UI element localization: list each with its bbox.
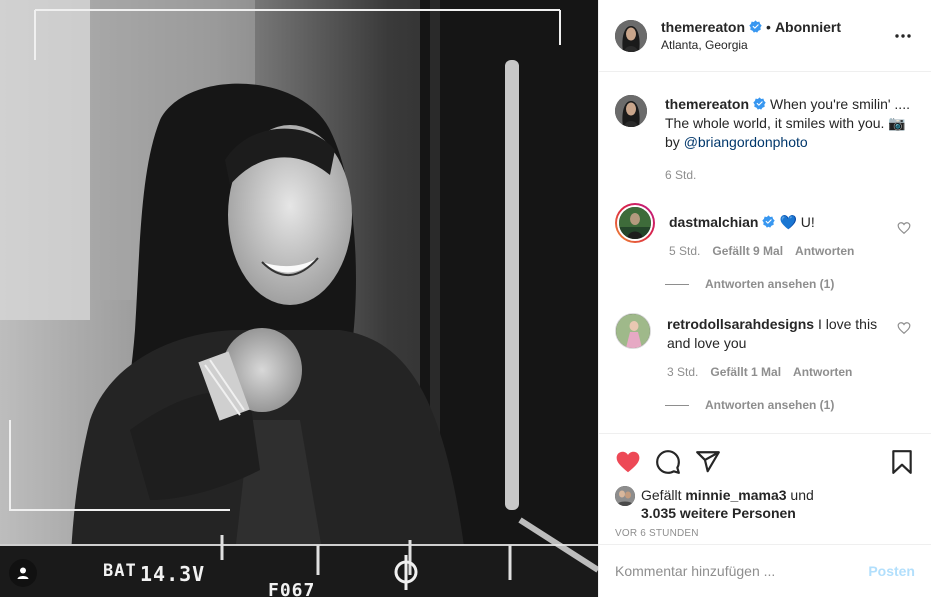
- replies-divider: [665, 404, 689, 406]
- post-timestamp[interactable]: VOR 6 STUNDEN: [615, 528, 915, 539]
- liked-by-joiner: und: [790, 487, 814, 503]
- post-dialog: BAT 14.3V F067 themereaton • Abonniert A…: [0, 0, 931, 597]
- verified-badge-icon: [762, 215, 776, 228]
- header-username[interactable]: themereaton: [661, 19, 745, 35]
- comment-time[interactable]: 3 Std.: [667, 363, 698, 382]
- liked-by-others-link[interactable]: 3.035 weitere Personen: [641, 505, 796, 521]
- caption-mention-link[interactable]: @briangordonphoto: [684, 134, 808, 150]
- hud-battery-label: BAT: [103, 561, 137, 581]
- view-replies-label: Antworten ansehen (1): [705, 398, 835, 412]
- liker-avatar[interactable]: [615, 486, 635, 506]
- comment-username[interactable]: dastmalchian: [669, 214, 758, 230]
- replies-divider: [665, 283, 689, 285]
- liked-by-prefix: Gefällt: [641, 487, 682, 503]
- caption-author-avatar[interactable]: [615, 95, 647, 127]
- follow-state-button[interactable]: Abonniert: [775, 19, 841, 35]
- verified-badge-icon: [753, 97, 766, 110]
- commenter-avatar-image: [616, 314, 650, 348]
- comment-input[interactable]: [615, 563, 869, 579]
- likes-summary: Gefällt minnie_mama3 und 3.035 weitere P…: [615, 486, 915, 522]
- comment-text: 💙 U!: [779, 214, 815, 230]
- hud-aperture-label: F067: [268, 580, 316, 597]
- comment-likes-count[interactable]: Gefällt 1 Mal: [710, 363, 781, 382]
- post-actions: Gefällt minnie_mama3 und 3.035 weitere P…: [599, 433, 931, 539]
- commenter-avatar-image: [619, 207, 651, 239]
- caption-username[interactable]: themereaton: [665, 96, 749, 112]
- liked-by-user-link[interactable]: minnie_mama3: [685, 487, 786, 503]
- post-media[interactable]: BAT 14.3V F067: [0, 0, 598, 597]
- comment-reply-button[interactable]: Antworten: [795, 242, 854, 261]
- caption: themereaton When you're smilin' .... The …: [615, 89, 915, 185]
- share-icon[interactable]: [695, 449, 721, 475]
- more-options-button[interactable]: [891, 24, 915, 48]
- comments-list[interactable]: themereaton When you're smilin' .... The …: [599, 73, 931, 433]
- author-avatar[interactable]: [615, 19, 647, 52]
- header-text: themereaton • Abonniert Atlanta, Georgia: [661, 19, 891, 53]
- more-horizontal-icon: [895, 33, 911, 38]
- comment-likes-count[interactable]: Gefällt 9 Mal: [712, 242, 783, 261]
- post-comment-button[interactable]: Posten: [868, 563, 915, 579]
- hud-voltage-label: 14.3V: [140, 562, 206, 586]
- comment-item: dastmalchian 💙 U! 5 Std. Gefällt 9 Mal An…: [615, 203, 915, 261]
- commenter-avatar: [617, 205, 653, 241]
- bookmark-icon[interactable]: [889, 449, 915, 475]
- caption-time[interactable]: 6 Std.: [665, 166, 696, 185]
- action-icons: [615, 442, 915, 482]
- comment-like-icon[interactable]: [897, 321, 911, 335]
- post-location[interactable]: Atlanta, Georgia: [661, 37, 891, 53]
- add-comment-form: Posten: [599, 544, 931, 597]
- post-photo: [0, 0, 598, 597]
- author-avatar-image: [615, 19, 647, 52]
- post-header: themereaton • Abonniert Atlanta, Georgia: [599, 0, 931, 72]
- view-replies-label: Antworten ansehen (1): [705, 277, 835, 291]
- caption-avatar-image: [615, 95, 647, 127]
- likes-text: Gefällt minnie_mama3 und 3.035 weitere P…: [641, 486, 814, 522]
- view-replies-button[interactable]: Antworten ansehen (1): [665, 277, 915, 291]
- header-separator: •: [766, 18, 771, 35]
- heart-filled-icon[interactable]: [615, 449, 641, 475]
- comment-item: retrodollsarahdesigns I love this and lo…: [615, 313, 915, 382]
- liker-avatar-image: [615, 486, 635, 506]
- comment-time[interactable]: 5 Std.: [669, 242, 700, 261]
- commenter-avatar[interactable]: [615, 313, 651, 349]
- comment-reply-button[interactable]: Antworten: [793, 363, 852, 382]
- user-silhouette-icon: [17, 567, 29, 579]
- user-tags-button[interactable]: [9, 559, 37, 587]
- comment-like-icon[interactable]: [897, 221, 911, 235]
- story-ring[interactable]: [615, 203, 655, 243]
- post-sidebar: themereaton • Abonniert Atlanta, Georgia: [598, 0, 931, 597]
- view-replies-button[interactable]: Antworten ansehen (1): [665, 398, 915, 412]
- comment-icon[interactable]: [655, 449, 681, 475]
- verified-badge-icon: [749, 20, 762, 33]
- comment-username[interactable]: retrodollsarahdesigns: [667, 316, 814, 332]
